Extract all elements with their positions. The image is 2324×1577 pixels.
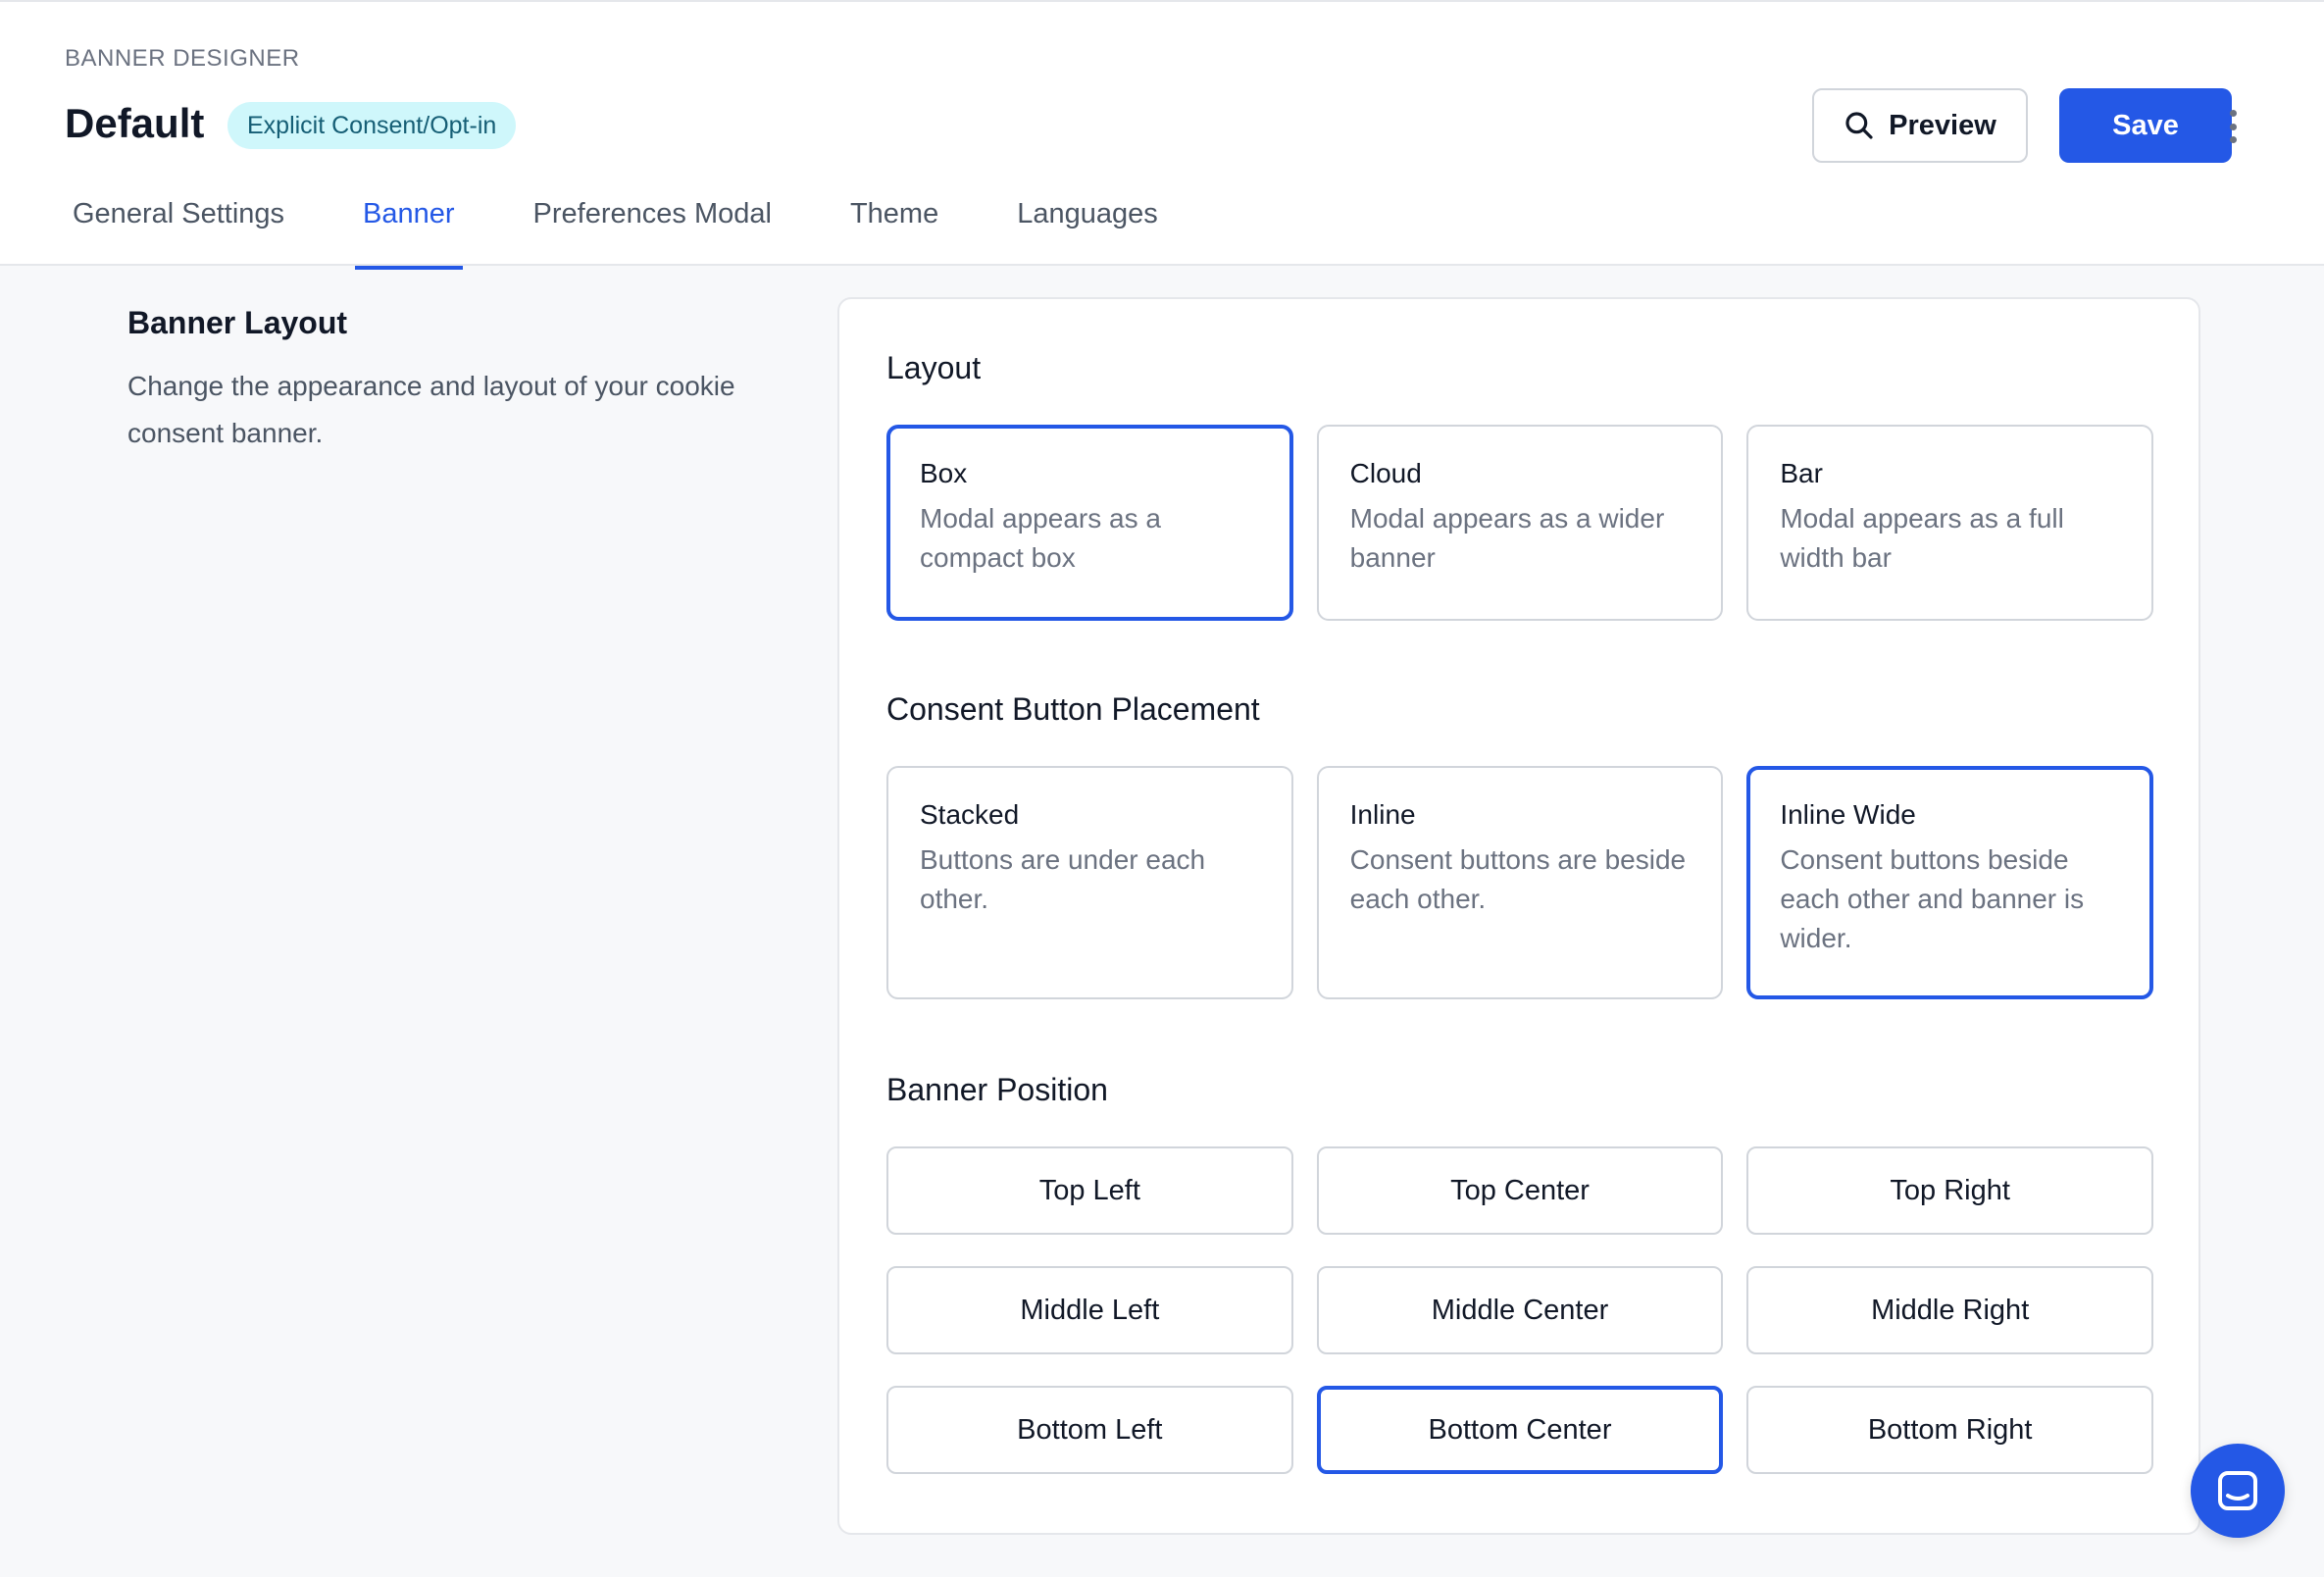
section-intro-description: Change the appearance and layout of your… bbox=[127, 371, 735, 448]
placement-option-description: Consent buttons beside each other and ba… bbox=[1780, 844, 2085, 953]
search-icon bbox=[1845, 112, 1873, 139]
position-top-right[interactable]: Top Right bbox=[1746, 1146, 2153, 1235]
placement-option-stacked[interactable]: Stacked Buttons are under each other. bbox=[886, 766, 1293, 999]
banner-settings-panel: Layout Box Modal appears as a compact bo… bbox=[837, 297, 2200, 1535]
section-intro-title: Banner Layout bbox=[127, 305, 348, 340]
tab-theme[interactable]: Theme bbox=[842, 178, 946, 268]
page-eyebrow: BANNER DESIGNER bbox=[65, 45, 300, 72]
layout-option-cloud[interactable]: Cloud Modal appears as a wider banner bbox=[1316, 425, 1724, 621]
layout-option-description: Modal appears as a full width bar bbox=[1780, 503, 2064, 573]
tab-languages[interactable]: Languages bbox=[1009, 178, 1166, 268]
preview-button-label: Preview bbox=[1889, 109, 1996, 141]
position-middle-center[interactable]: Middle Center bbox=[1316, 1266, 1724, 1354]
consent-type-badge: Explicit Consent/Opt-in bbox=[227, 102, 517, 149]
tab-preferences-modal[interactable]: Preferences Modal bbox=[526, 178, 780, 268]
kebab-menu-icon[interactable] bbox=[2218, 104, 2248, 149]
position-top-center[interactable]: Top Center bbox=[1316, 1146, 1724, 1235]
tab-banner[interactable]: Banner bbox=[355, 178, 463, 270]
layout-option-title: Bar bbox=[1780, 458, 1823, 488]
chat-launcher-button[interactable] bbox=[2191, 1444, 2285, 1538]
placement-option-inline-wide[interactable]: Inline Wide Consent buttons beside each … bbox=[1746, 766, 2153, 999]
position-middle-right[interactable]: Middle Right bbox=[1746, 1266, 2153, 1354]
position-bottom-left[interactable]: Bottom Left bbox=[886, 1386, 1293, 1474]
placement-option-title: Inline Wide bbox=[1780, 799, 1916, 830]
placement-option-inline[interactable]: Inline Consent buttons are beside each o… bbox=[1316, 766, 1724, 999]
position-top-left[interactable]: Top Left bbox=[886, 1146, 1293, 1235]
layout-option-title: Cloud bbox=[1349, 458, 1422, 488]
placement-option-description: Buttons are under each other. bbox=[920, 844, 1206, 914]
placement-option-title: Inline bbox=[1349, 799, 1416, 830]
save-button[interactable]: Save bbox=[2059, 88, 2232, 163]
position-bottom-right[interactable]: Bottom Right bbox=[1746, 1386, 2153, 1474]
chat-icon bbox=[2218, 1471, 2257, 1510]
preview-button[interactable]: Preview bbox=[1812, 88, 2028, 163]
layout-option-description: Modal appears as a wider banner bbox=[1349, 503, 1665, 573]
layout-option-description: Modal appears as a compact box bbox=[920, 503, 1161, 573]
position-middle-left[interactable]: Middle Left bbox=[886, 1266, 1293, 1354]
position-bottom-center[interactable]: Bottom Center bbox=[1316, 1386, 1724, 1474]
position-options: Top Left Top Center Top Right Middle Lef… bbox=[886, 1146, 2153, 1474]
layout-option-box[interactable]: Box Modal appears as a compact box bbox=[886, 425, 1293, 621]
page-header: BANNER DESIGNER Default Explicit Consent… bbox=[0, 0, 2324, 270]
placement-option-title: Stacked bbox=[920, 799, 1020, 830]
placement-section-title: Consent Button Placement bbox=[886, 691, 1260, 727]
position-section-title: Banner Position bbox=[886, 1072, 1108, 1107]
placement-option-description: Consent buttons are beside each other. bbox=[1349, 844, 1687, 914]
layout-option-bar[interactable]: Bar Modal appears as a full width bar bbox=[1746, 425, 2153, 621]
tab-general-settings[interactable]: General Settings bbox=[65, 178, 292, 268]
layout-option-title: Box bbox=[920, 458, 968, 488]
layout-options: Box Modal appears as a compact box Cloud… bbox=[886, 425, 2153, 621]
section-intro: Banner Layout Change the appearance and … bbox=[127, 305, 794, 457]
tab-bar: General Settings Banner Preferences Moda… bbox=[65, 178, 1166, 270]
placement-options: Stacked Buttons are under each other. In… bbox=[886, 766, 2153, 999]
layout-section-title: Layout bbox=[886, 350, 982, 385]
page-title: Default bbox=[65, 100, 205, 146]
